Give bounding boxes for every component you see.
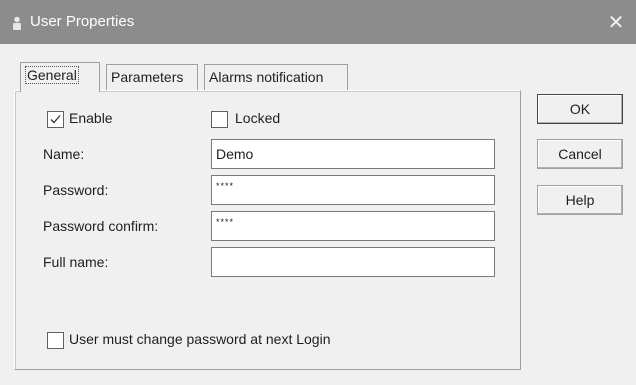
ok-button[interactable]: OK xyxy=(537,94,623,124)
checkmark-icon xyxy=(50,115,61,124)
enable-label: Enable xyxy=(69,110,113,126)
locked-label: Locked xyxy=(235,110,281,126)
title-bar: User Properties ✕ xyxy=(0,0,636,44)
cancel-button[interactable]: Cancel xyxy=(537,139,623,169)
general-tab-panel: Enable Locked Name: Demo Password: **** … xyxy=(14,90,521,370)
tab-parameters-label: Parameters xyxy=(111,69,184,85)
password-confirm-field[interactable]: **** xyxy=(211,211,495,241)
close-button[interactable]: ✕ xyxy=(596,0,636,44)
tab-alarms-notification[interactable]: Alarms notification xyxy=(204,64,348,90)
user-app-icon xyxy=(13,16,21,30)
must-change-password-label: User must change password at next Login xyxy=(69,331,331,347)
help-button[interactable]: Help xyxy=(537,185,623,215)
window-title: User Properties xyxy=(30,13,135,30)
name-field[interactable]: Demo xyxy=(211,139,495,169)
full-name-label: Full name: xyxy=(43,254,109,270)
password-label: Password: xyxy=(43,182,109,198)
tab-alarms-notification-label: Alarms notification xyxy=(209,69,324,85)
tab-general-label: General xyxy=(25,66,79,84)
tab-parameters[interactable]: Parameters xyxy=(106,64,198,90)
password-confirm-label: Password confirm: xyxy=(43,218,159,234)
name-label: Name: xyxy=(43,146,85,162)
enable-checkbox[interactable] xyxy=(47,111,64,128)
password-field[interactable]: **** xyxy=(211,175,495,205)
must-change-password-checkbox[interactable] xyxy=(47,332,64,349)
full-name-field[interactable] xyxy=(211,247,495,277)
tab-general[interactable]: General xyxy=(20,62,100,92)
locked-checkbox[interactable] xyxy=(211,111,228,128)
close-icon: ✕ xyxy=(607,11,625,34)
